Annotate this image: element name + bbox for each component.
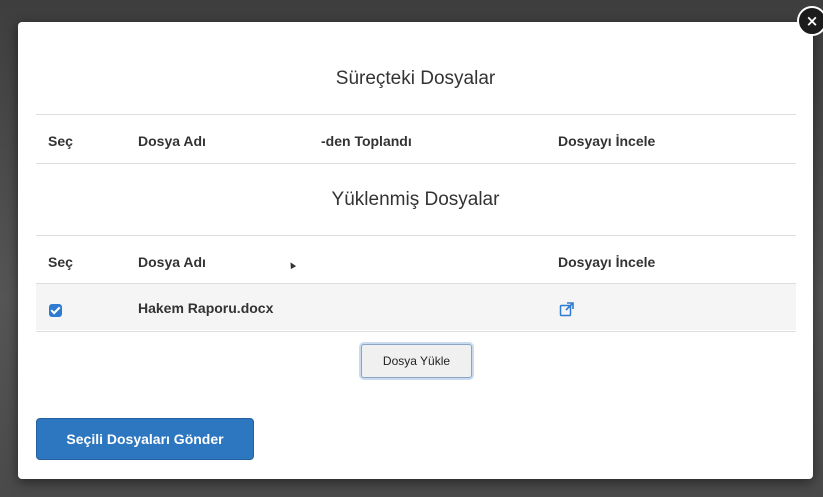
process-col-select: Seç xyxy=(48,133,73,149)
uploaded-col-file-name: Dosya Adı xyxy=(138,254,206,270)
uploaded-col-select: Seç xyxy=(48,254,73,270)
external-link-icon[interactable] xyxy=(559,301,575,317)
divider xyxy=(36,114,796,115)
row-select-checkbox[interactable] xyxy=(49,304,62,317)
process-files-title: Süreçteki Dosyalar xyxy=(335,68,496,89)
uploaded-col-view-file: Dosyayı İncele xyxy=(558,254,656,270)
upload-file-button[interactable]: Dosya Yükle xyxy=(361,344,472,378)
process-col-collected-from: -den Toplandı xyxy=(321,133,412,149)
file-selection-modal: Süreçteki Dosyalar Seç Dosya Adı -den To… xyxy=(18,22,813,479)
uploaded-files-title: Yüklenmiş Dosyalar xyxy=(331,189,500,210)
send-selected-files-button[interactable]: Seçili Dosyaları Gönder xyxy=(36,418,254,460)
process-col-file-name: Dosya Adı xyxy=(138,133,206,149)
divider xyxy=(36,235,796,236)
divider xyxy=(36,331,796,332)
close-icon[interactable]: × xyxy=(797,6,823,36)
divider xyxy=(36,163,796,164)
file-name-cell: Hakem Raporu.docx xyxy=(138,300,274,316)
process-col-view-file: Dosyayı İncele xyxy=(558,133,656,149)
